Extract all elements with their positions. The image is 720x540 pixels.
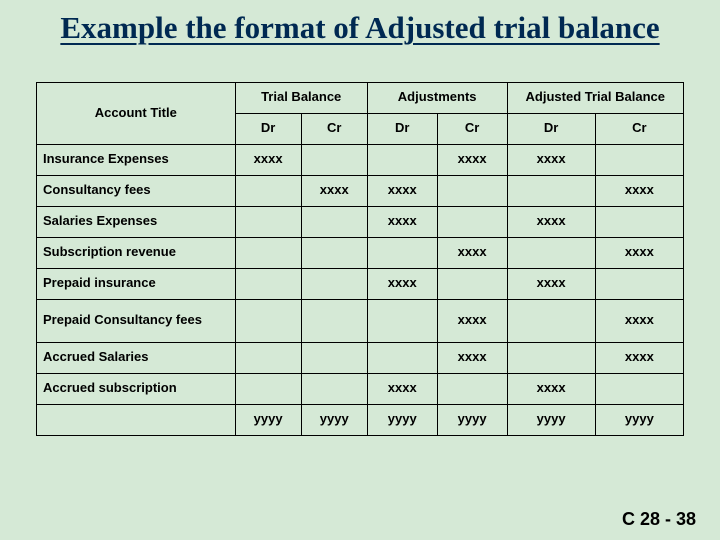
- atb-dr: [507, 342, 595, 373]
- adj-dr: xxxx: [367, 268, 437, 299]
- totals-blank: [37, 404, 236, 435]
- slide-number: C 28 - 38: [622, 509, 696, 530]
- account-title: Prepaid Consultancy fees: [37, 299, 236, 342]
- adj-dr: xxxx: [367, 373, 437, 404]
- adj-dr: [367, 144, 437, 175]
- table-row: Accrued Salaries xxxx xxxx: [37, 342, 684, 373]
- atb-dr: xxxx: [507, 206, 595, 237]
- atb-cr: [595, 268, 683, 299]
- adjusted-trial-balance-table: Account Title Trial Balance Adjustments …: [36, 82, 684, 436]
- account-title: Prepaid insurance: [37, 268, 236, 299]
- adj-cr: xxxx: [437, 342, 507, 373]
- tb-cr: [301, 237, 367, 268]
- tb-cr: [301, 144, 367, 175]
- table-container: Account Title Trial Balance Adjustments …: [0, 50, 720, 436]
- account-title: Salaries Expenses: [37, 206, 236, 237]
- atb-dr: xxxx: [507, 144, 595, 175]
- tb-dr: xxxx: [235, 144, 301, 175]
- adj-dr-total: yyyy: [367, 404, 437, 435]
- atb-cr: [595, 206, 683, 237]
- account-title: Accrued subscription: [37, 373, 236, 404]
- account-title: Insurance Expenses: [37, 144, 236, 175]
- slide-title: Example the format of Adjusted trial bal…: [0, 0, 720, 50]
- account-title: Accrued Salaries: [37, 342, 236, 373]
- atb-dr: [507, 237, 595, 268]
- table-row: Accrued subscription xxxx xxxx: [37, 373, 684, 404]
- atb-dr-total: yyyy: [507, 404, 595, 435]
- tb-dr: [235, 342, 301, 373]
- adj-dr: [367, 342, 437, 373]
- atb-cr-header: Cr: [595, 113, 683, 144]
- totals-row: yyyyyyyyyyyyyyyyyyyyyyyy: [37, 404, 684, 435]
- adj-cr-total: yyyy: [437, 404, 507, 435]
- tb-cr: [301, 299, 367, 342]
- adj-dr: xxxx: [367, 175, 437, 206]
- adj-cr: [437, 206, 507, 237]
- table-row: Prepaid Consultancy fees xxxx xxxx: [37, 299, 684, 342]
- atb-cr: [595, 373, 683, 404]
- atb-dr: xxxx: [507, 268, 595, 299]
- adj-cr: xxxx: [437, 144, 507, 175]
- table-row: Prepaid insurance xxxx xxxx: [37, 268, 684, 299]
- atb-cr: xxxx: [595, 237, 683, 268]
- col-adjustments: Adjustments: [367, 82, 507, 113]
- tb-dr-header: Dr: [235, 113, 301, 144]
- table-body: Insurance ExpensesxxxxxxxxxxxxConsultanc…: [37, 144, 684, 435]
- atb-dr: [507, 175, 595, 206]
- atb-dr-header: Dr: [507, 113, 595, 144]
- col-trial-balance: Trial Balance: [235, 82, 367, 113]
- adj-cr: [437, 268, 507, 299]
- adj-cr: [437, 373, 507, 404]
- atb-cr-total: yyyy: [595, 404, 683, 435]
- account-title: Consultancy fees: [37, 175, 236, 206]
- header-row-1: Account Title Trial Balance Adjustments …: [37, 82, 684, 113]
- atb-cr: xxxx: [595, 175, 683, 206]
- table-row: Consultancy feesxxxxxxxxxxxx: [37, 175, 684, 206]
- account-title: Subscription revenue: [37, 237, 236, 268]
- adj-cr: [437, 175, 507, 206]
- tb-dr: [235, 373, 301, 404]
- tb-dr: [235, 175, 301, 206]
- tb-dr: [235, 299, 301, 342]
- table-row: Salaries Expenses xxxx xxxx: [37, 206, 684, 237]
- adj-dr: [367, 237, 437, 268]
- tb-cr: [301, 206, 367, 237]
- table-row: Insurance Expensesxxxxxxxxxxxx: [37, 144, 684, 175]
- atb-cr: [595, 144, 683, 175]
- atb-dr: [507, 299, 595, 342]
- tb-dr: [235, 206, 301, 237]
- tb-cr: [301, 342, 367, 373]
- adj-dr: [367, 299, 437, 342]
- tb-dr-total: yyyy: [235, 404, 301, 435]
- adj-cr: xxxx: [437, 237, 507, 268]
- atb-cr: xxxx: [595, 342, 683, 373]
- tb-cr: xxxx: [301, 175, 367, 206]
- col-adjusted-tb: Adjusted Trial Balance: [507, 82, 684, 113]
- atb-cr: xxxx: [595, 299, 683, 342]
- adj-dr: xxxx: [367, 206, 437, 237]
- adj-dr-header: Dr: [367, 113, 437, 144]
- atb-dr: xxxx: [507, 373, 595, 404]
- tb-cr-header: Cr: [301, 113, 367, 144]
- tb-cr: [301, 268, 367, 299]
- tb-dr: [235, 237, 301, 268]
- col-account: Account Title: [37, 82, 236, 144]
- tb-cr: [301, 373, 367, 404]
- tb-dr: [235, 268, 301, 299]
- adj-cr-header: Cr: [437, 113, 507, 144]
- table-row: Subscription revenue xxxx xxxx: [37, 237, 684, 268]
- tb-cr-total: yyyy: [301, 404, 367, 435]
- adj-cr: xxxx: [437, 299, 507, 342]
- slide: Example the format of Adjusted trial bal…: [0, 0, 720, 540]
